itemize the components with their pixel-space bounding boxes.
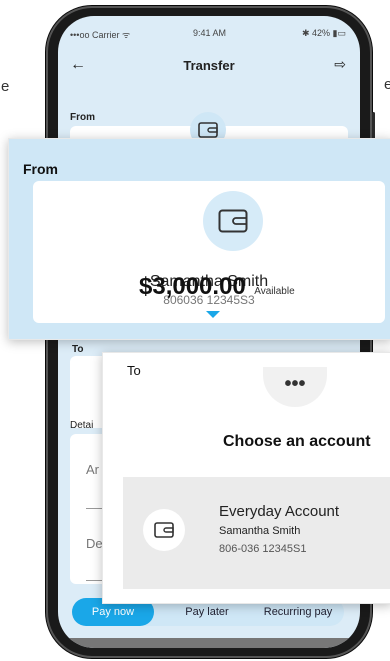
from-label: From	[70, 112, 95, 123]
carrier-label: •••oo Carrier ᯤ	[70, 30, 131, 40]
wallet-icon	[203, 191, 263, 251]
balance-amount: $3,000.00	[139, 273, 246, 300]
description-field-underline	[86, 580, 102, 581]
details-label: Detai	[70, 420, 94, 431]
account-option-number: 806-036 12345S1	[219, 543, 307, 555]
bottom-strip	[58, 638, 360, 648]
account-option-everyday[interactable]: Everyday Account Samantha Smith 806-036 …	[123, 477, 390, 589]
balance-row: $3,000.00 Available	[139, 273, 295, 301]
status-bar: •••oo Carrier ᯤ 9:41 AM ✱ 42% ▮▭	[58, 16, 360, 42]
from-account-card[interactable]: Samantha Smith 806036 12345S3	[33, 181, 385, 323]
available-label: Available	[254, 286, 295, 297]
stray-text-right: e	[384, 76, 390, 93]
wallet-icon	[143, 509, 185, 551]
more-options-icon[interactable]: •••	[263, 367, 327, 407]
chevron-down-icon[interactable]	[206, 311, 220, 318]
from-account-panel: From Samantha Smith 806036 12345S3 $3,00…	[8, 138, 390, 340]
from-panel-label: From	[23, 161, 58, 177]
logout-icon[interactable]: ⇨	[334, 56, 346, 73]
description-field[interactable]: De	[86, 536, 103, 551]
amount-field-underline	[86, 508, 102, 509]
battery-indicator: ✱ 42% ▮▭	[301, 28, 346, 38]
to-account-panel: To ••• Choose an account Everyday Accoun…	[102, 352, 390, 604]
stray-text-left: e	[1, 78, 10, 95]
account-option-holder: Samantha Smith	[219, 525, 301, 537]
account-option-name: Everyday Account	[219, 503, 340, 520]
nav-bar: ← Transfer ⇨	[58, 56, 360, 80]
to-panel-label: To	[127, 363, 141, 378]
amount-field[interactable]: Ar	[86, 462, 99, 477]
status-time: 9:41 AM	[193, 28, 227, 38]
choose-account-heading: Choose an account	[223, 433, 371, 450]
page-title: Transfer	[183, 58, 235, 73]
to-label: To	[72, 344, 84, 355]
